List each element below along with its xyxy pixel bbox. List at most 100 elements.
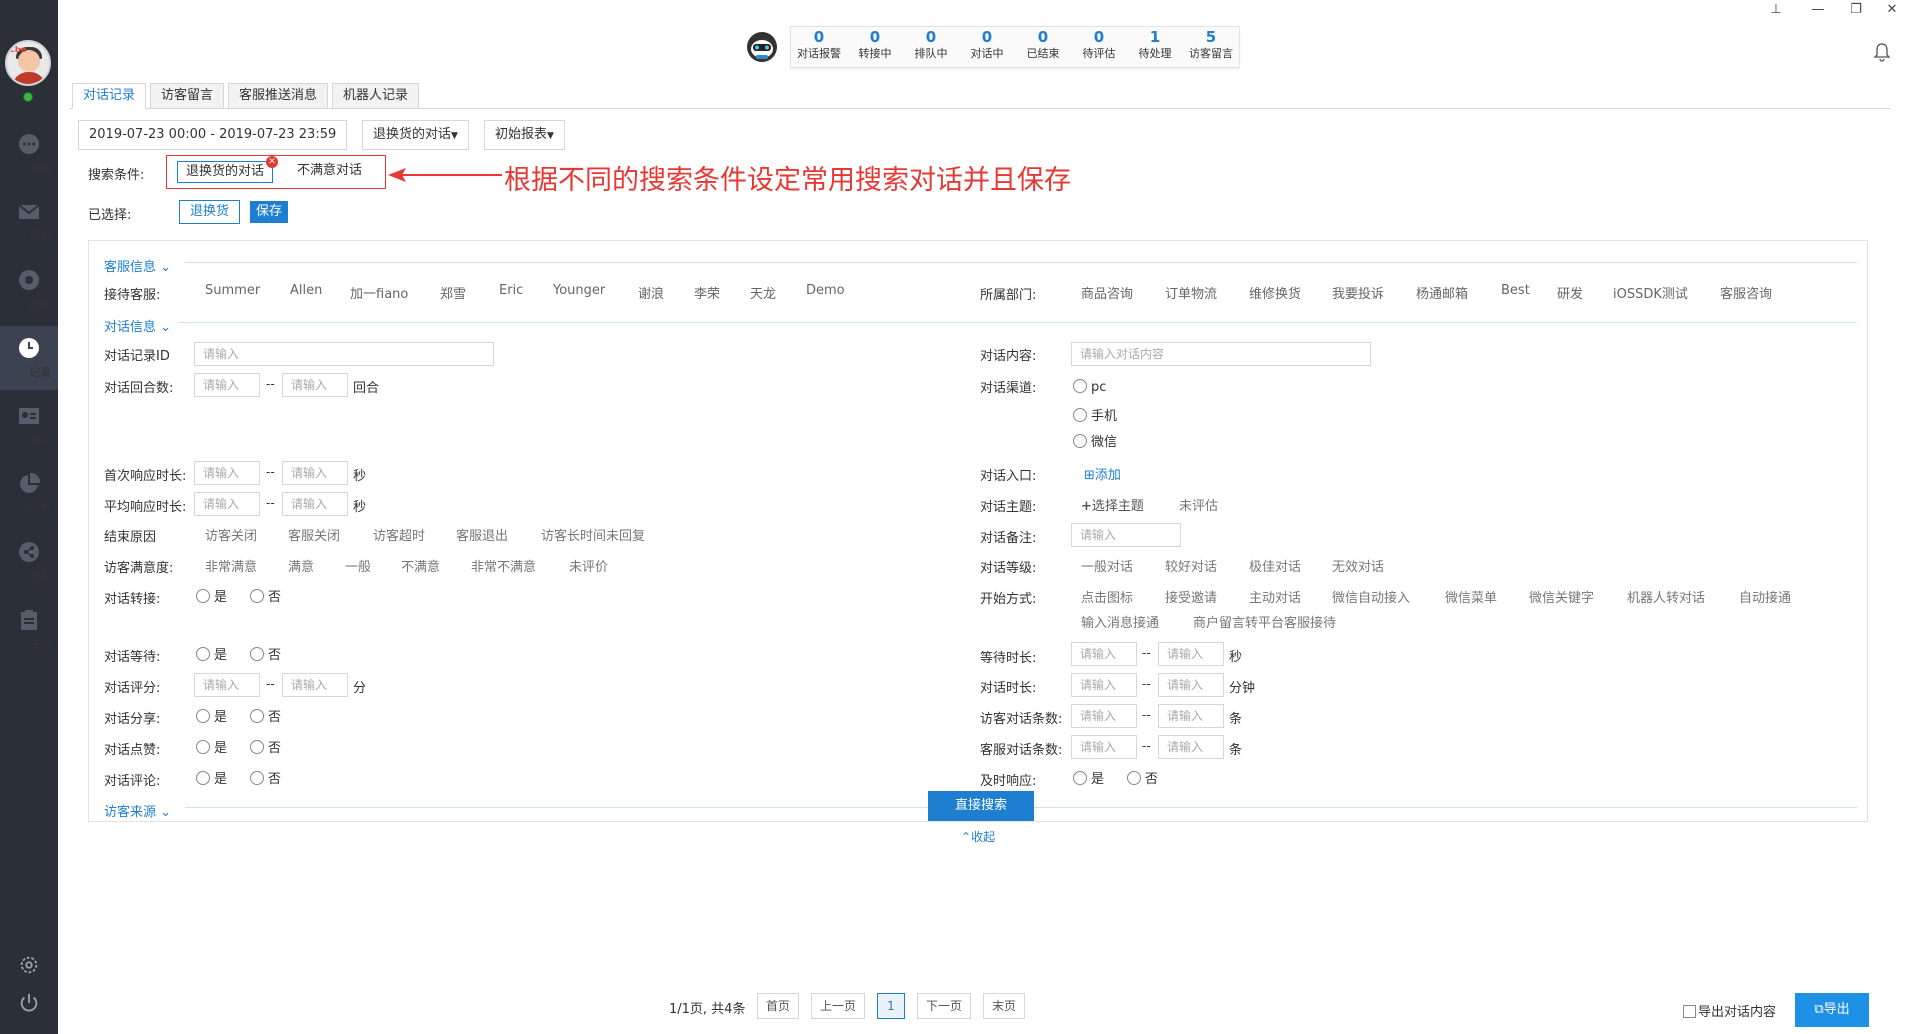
date-range-picker[interactable]: 2019-07-23 00:00 - 2019-07-23 23:59 — [78, 120, 348, 150]
section-service-info[interactable]: 客服信息 ⌄ — [104, 256, 171, 275]
score-min-input[interactable]: 请输入 — [194, 673, 260, 697]
agent-option[interactable]: 李荣 — [694, 283, 720, 302]
level-option[interactable]: 一般对话 — [1081, 556, 1133, 575]
agent-option[interactable]: Eric — [499, 283, 523, 298]
first-response-min-input[interactable]: 请输入 — [194, 461, 260, 485]
sidebar-item-chat[interactable]: 对话 — [0, 122, 58, 186]
dept-option[interactable]: iOSSDK测试 — [1613, 283, 1688, 302]
sidebar-item-messages[interactable]: 留言 — [0, 190, 58, 254]
dialog-time-min-input[interactable]: 请输入 — [1071, 673, 1137, 697]
satisfaction-option[interactable]: 未评价 — [569, 556, 608, 575]
settings-button[interactable] — [0, 954, 58, 980]
selected-condition-chip[interactable]: 退换货 — [179, 200, 241, 224]
tab-visitor-messages[interactable]: 访客留言 — [150, 83, 225, 109]
level-option[interactable]: 较好对话 — [1165, 556, 1217, 575]
end-reason-option[interactable]: 访客关闭 — [205, 525, 257, 544]
start-mode-option[interactable]: 主动对话 — [1249, 587, 1301, 606]
like-no-radio[interactable]: 否 — [250, 737, 281, 756]
agent-msgs-min-input[interactable]: 请输入 — [1071, 735, 1137, 759]
share-yes-radio[interactable]: 是 — [196, 706, 227, 725]
rounds-min-input[interactable]: 请输入 — [194, 373, 260, 397]
next-page-button[interactable]: 下一页 — [917, 993, 971, 1019]
dept-option[interactable]: 研发 — [1557, 283, 1583, 302]
start-mode-option[interactable]: 输入消息接通 — [1081, 612, 1159, 631]
last-page-button[interactable]: 末页 — [983, 993, 1025, 1019]
channel-pc-radio[interactable]: pc — [1073, 379, 1106, 395]
channel-mobile-radio[interactable]: 手机 — [1073, 405, 1117, 424]
sidebar-item-customers[interactable]: 客户 — [0, 394, 58, 458]
wait-time-min-input[interactable]: 请输入 — [1071, 642, 1137, 666]
dept-option[interactable]: 订单物流 — [1165, 283, 1217, 302]
close-icon[interactable]: ✕ — [1882, 2, 1902, 17]
bell-icon[interactable] — [1873, 42, 1891, 62]
level-option[interactable]: 极佳对话 — [1249, 556, 1301, 575]
report-dropdown[interactable]: 初始报表▼ — [484, 120, 565, 150]
agent-option[interactable]: Younger — [553, 283, 605, 298]
satisfaction-option[interactable]: 不满意 — [401, 556, 440, 575]
satisfaction-option[interactable]: 一般 — [345, 556, 371, 575]
stat-ended[interactable]: 0 已结束 — [1015, 27, 1071, 67]
export-button[interactable]: ⧉导出 — [1795, 993, 1869, 1027]
dept-option[interactable]: 商品咨询 — [1081, 283, 1133, 302]
end-reason-option[interactable]: 访客超时 — [373, 525, 425, 544]
transfer-yes-radio[interactable]: 是 — [196, 586, 227, 605]
add-entry-button[interactable]: ⊞添加 — [1084, 464, 1121, 483]
stat-alarm[interactable]: 0 对话报警 — [791, 27, 847, 67]
wait-yes-radio[interactable]: 是 — [196, 644, 227, 663]
start-mode-option[interactable]: 接受邀请 — [1165, 587, 1217, 606]
tab-robot-records[interactable]: 机器人记录 — [332, 83, 420, 109]
visitor-msgs-min-input[interactable]: 请输入 — [1071, 704, 1137, 728]
start-mode-option[interactable]: 微信自动接入 — [1332, 587, 1410, 606]
dept-option[interactable]: 维修换货 — [1249, 283, 1301, 302]
timely-no-radio[interactable]: 否 — [1127, 768, 1158, 787]
sidebar-item-logs[interactable]: 日志 — [0, 598, 58, 662]
visitor-msgs-max-input[interactable]: 请输入 — [1158, 704, 1224, 728]
pin-icon[interactable]: ⊥ — [1766, 2, 1786, 17]
start-mode-option[interactable]: 商户留言转平台客服接待 — [1193, 612, 1336, 631]
end-reason-option[interactable]: 访客长时间未回复 — [541, 525, 645, 544]
dept-option[interactable]: 我要投诉 — [1332, 283, 1384, 302]
remove-icon[interactable]: ✕ — [266, 156, 279, 168]
choose-topic-button[interactable]: +选择主题 — [1081, 495, 1144, 514]
start-mode-option[interactable]: 机器人转对话 — [1627, 587, 1705, 606]
satisfaction-option[interactable]: 非常满意 — [205, 556, 257, 575]
not-evaluated-option[interactable]: 未评估 — [1179, 495, 1218, 514]
content-input[interactable]: 请输入对话内容 — [1071, 342, 1371, 366]
sidebar-item-share[interactable]: 分享 — [0, 530, 58, 594]
save-button[interactable]: 保存 — [250, 201, 289, 223]
start-mode-option[interactable]: 自动接通 — [1739, 587, 1791, 606]
agent-option[interactable]: Allen — [290, 283, 322, 298]
stat-visitor-messages[interactable]: 5 访客留言 — [1183, 27, 1239, 67]
start-mode-option[interactable]: 微信菜单 — [1445, 587, 1497, 606]
section-visitor-source[interactable]: 访客来源 ⌄ — [104, 801, 171, 820]
share-no-radio[interactable]: 否 — [250, 706, 281, 725]
remark-input[interactable]: 请输入 — [1071, 523, 1181, 547]
like-yes-radio[interactable]: 是 — [196, 737, 227, 756]
agent-option[interactable]: 谢浪 — [638, 283, 664, 302]
record-id-input[interactable]: 请输入 — [194, 342, 494, 366]
dept-option[interactable]: 客服咨询 — [1720, 283, 1772, 302]
satisfaction-option[interactable]: 满意 — [288, 556, 314, 575]
condition-chip-unsatisfied[interactable]: 不满意对话 — [289, 161, 370, 183]
dept-option[interactable]: Best — [1501, 283, 1530, 298]
comment-yes-radio[interactable]: 是 — [196, 768, 227, 787]
timely-yes-radio[interactable]: 是 — [1073, 768, 1104, 787]
stat-transferring[interactable]: 0 转接中 — [847, 27, 903, 67]
first-response-max-input[interactable]: 请输入 — [282, 461, 348, 485]
tab-push-messages[interactable]: 客服推送消息 — [228, 83, 329, 109]
saved-search-dropdown[interactable]: 退换货的对话▼ — [362, 120, 469, 150]
sidebar-item-reports[interactable]: 报表 — [0, 462, 58, 526]
agent-option[interactable]: Summer — [205, 283, 260, 298]
restore-icon[interactable]: ❐ — [1846, 2, 1866, 17]
section-dialog-info[interactable]: 对话信息 ⌄ — [104, 316, 171, 335]
rounds-max-input[interactable]: 请输入 — [282, 373, 348, 397]
direct-search-button[interactable]: 直接搜索 — [928, 791, 1034, 821]
transfer-no-radio[interactable]: 否 — [250, 586, 281, 605]
dept-option[interactable]: 杨通邮箱 — [1416, 283, 1468, 302]
agent-option[interactable]: 天龙 — [750, 283, 776, 302]
tab-dialog-records[interactable]: 对话记录 — [72, 83, 147, 109]
agent-msgs-max-input[interactable]: 请输入 — [1158, 735, 1224, 759]
dialog-time-max-input[interactable]: 请输入 — [1158, 673, 1224, 697]
comment-no-radio[interactable]: 否 — [250, 768, 281, 787]
wait-time-max-input[interactable]: 请输入 — [1158, 642, 1224, 666]
